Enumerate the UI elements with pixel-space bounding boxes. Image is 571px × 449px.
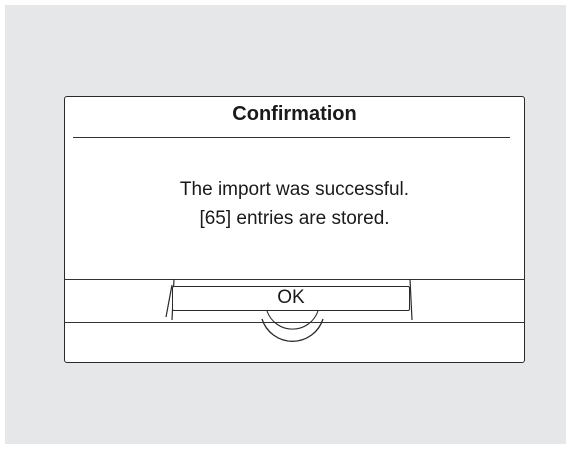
device-screen: Confirmation The import was successful. … <box>5 5 566 444</box>
control-knob-arc-inner <box>266 310 319 330</box>
confirmation-dialog: Confirmation The import was successful. … <box>64 96 525 363</box>
ok-button[interactable]: OK <box>172 286 410 311</box>
control-knob-outline <box>165 278 413 342</box>
control-knob-arc <box>261 318 324 342</box>
